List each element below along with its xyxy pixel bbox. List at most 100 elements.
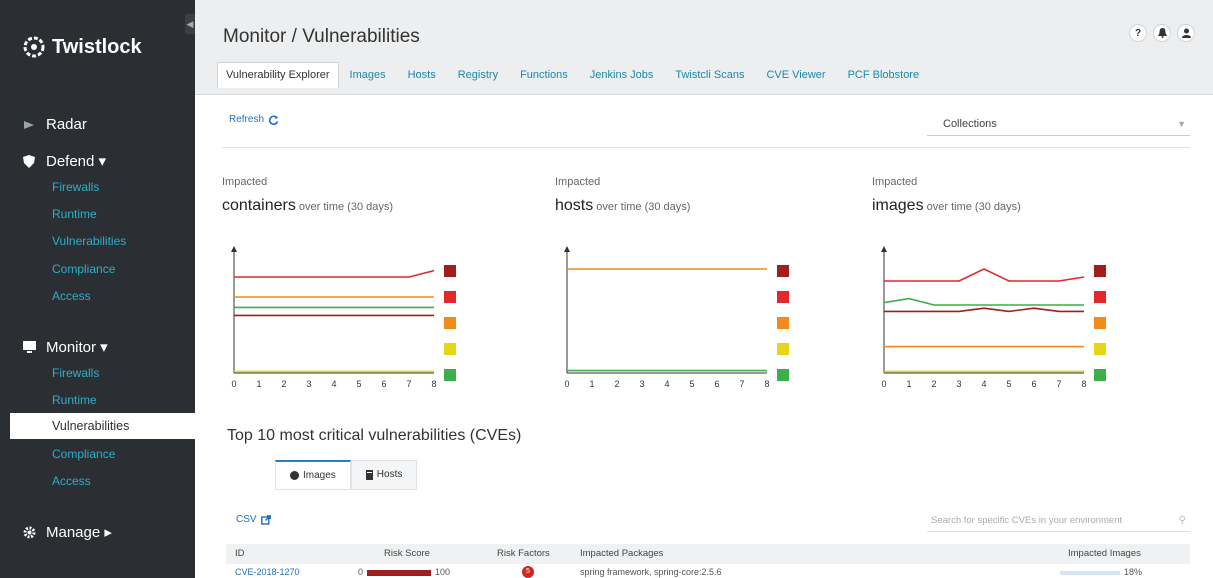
collapse-sidebar-button[interactable]: ◀ [185,14,195,34]
legend-swatch-low [1094,343,1106,355]
defend-compliance[interactable]: Compliance [52,262,115,276]
divider [222,147,1190,148]
tab-functions[interactable]: Functions [509,64,579,88]
defend-runtime[interactable]: Runtime [52,207,97,221]
collections-select[interactable]: Collections ▼ [927,112,1190,136]
tab-images[interactable]: Images [339,64,397,88]
nav-defend[interactable]: Defend ▾ [22,152,106,170]
tab-vulnerability-explorer[interactable]: Vulnerability Explorer [217,62,339,88]
tab-registry[interactable]: Registry [447,64,509,88]
tab-cve-viewer[interactable]: CVE Viewer [755,64,836,88]
legend-swatch-high [1094,291,1106,303]
monitor-access[interactable]: Access [52,474,91,488]
containers-chart: 0 1 2 3 4 5 6 7 8 [231,246,456,389]
nav-manage[interactable]: Manage ▸ [22,523,112,541]
y-axis-arrow [881,246,887,252]
legend-swatch-medium [444,317,456,329]
x-tick-label: 1 [256,379,261,389]
nav-radar[interactable]: Radar [22,116,87,133]
legend-swatch-high [777,291,789,303]
monitor-runtime[interactable]: Runtime [52,393,97,407]
user-icon[interactable] [1177,24,1195,42]
bell-icon[interactable] [1153,24,1171,42]
risk-factors-badge[interactable]: 5 [522,566,534,578]
page-header: Monitor / Vulnerabilities ? Vulnerabilit… [195,0,1213,95]
chart-headline: hosts over time (30 days) [555,197,855,215]
series-line [884,307,1084,313]
defend-access[interactable]: Access [52,289,91,303]
defend-firewalls[interactable]: Firewalls [52,180,99,194]
x-tick-label: 1 [589,379,594,389]
x-tick-label: 0 [881,379,886,389]
x-tick-label: 4 [331,379,336,389]
tab-twistcli-scans[interactable]: Twistcli Scans [664,64,755,88]
x-tick-label: 8 [1081,379,1086,389]
x-tick-label: 2 [281,379,286,389]
chevron-down-icon: ▼ [1177,119,1186,129]
col-risk-score[interactable]: Risk Score [384,548,430,559]
series-line [883,297,1084,306]
image-icon [290,471,299,480]
tab-pcf-blobstore[interactable]: PCF Blobstore [837,64,931,88]
chart-headline: containers over time (30 days) [222,197,522,215]
cve-search-input[interactable]: Search for specific CVEs in your environ… [927,510,1190,532]
legend-swatch-negligible [444,369,456,381]
legend-swatch-low [444,343,456,355]
y-axis-arrow [564,246,570,252]
refresh-button[interactable]: Refresh [229,114,279,125]
risk-score-min: 0 [358,567,364,577]
monitor-firewalls[interactable]: Firewalls [52,366,99,380]
chart-suffix: over time (30 days) [923,201,1021,213]
tab-top10-hosts[interactable]: Hosts [350,460,418,490]
cve-search-placeholder: Search for specific CVEs in your environ… [931,515,1123,526]
chart-suffix: over time (30 days) [295,201,394,213]
col-id[interactable]: ID [235,548,245,559]
monitor-vulnerabilities[interactable]: Vulnerabilities [10,413,195,439]
twistlock-logo-icon [23,36,45,58]
logo[interactable]: Twistlock [22,30,142,64]
x-tick-label: 6 [381,379,386,389]
legend-swatch-negligible [777,369,789,381]
x-tick-label: 4 [981,379,986,389]
sidebar: ◀ Twistlock Radar Defend ▾ Firewalls Run… [0,0,195,578]
images-chart: 0 1 2 3 4 5 6 7 8 [881,246,1106,389]
impacted-percent: 18% [1124,567,1143,577]
page-title: Monitor / Vulnerabilities [223,26,420,47]
chart-kicker: Impacted [555,176,601,188]
header-icons: ? [1129,24,1195,42]
legend-swatch-negligible [1094,369,1106,381]
tab-top10-images[interactable]: Images [275,460,351,490]
tab-jenkins-jobs[interactable]: Jenkins Jobs [579,64,665,88]
refresh-label: Refresh [229,114,265,125]
legend-swatch-medium [777,317,789,329]
cve-id-link[interactable]: CVE-2018-1270 [235,567,300,577]
x-tick-label: 5 [356,379,361,389]
monitor-compliance[interactable]: Compliance [52,447,115,461]
y-axis-arrow [231,246,237,252]
csv-export-button[interactable]: CSV [236,514,271,525]
col-impacted-packages[interactable]: Impacted Packages [580,548,663,559]
chart-metric: images [872,197,924,214]
hosts-chart-panel: Impacted hosts over time (30 days) 0 1 2 3 4… [555,176,855,401]
col-impacted-images[interactable]: Impacted Images [1068,548,1141,559]
tab-hosts[interactable]: Hosts [397,64,447,88]
defend-vulnerabilities[interactable]: Vulnerabilities [52,234,126,248]
series-line [884,268,1085,282]
top10-title: Top 10 most critical vulnerabilities (CV… [227,427,522,444]
x-tick-label: 8 [764,379,769,389]
x-tick-label: 5 [689,379,694,389]
x-tick-label: 8 [431,379,436,389]
help-icon[interactable]: ? [1129,24,1147,42]
shield-icon [22,154,36,168]
x-tick-label: 4 [664,379,669,389]
nav-monitor[interactable]: Monitor ▾ [22,338,108,356]
impacted-bar [1060,570,1120,575]
risk-score-max: 100 [435,567,451,577]
table-row[interactable]: CVE-2018-1270 0 100 5 spring framework, s… [226,566,1190,578]
hosts-chart: 0 1 2 3 4 5 6 7 8 [564,246,789,389]
col-risk-factors[interactable]: Risk Factors [497,548,550,559]
app-name: Twistlock [52,35,142,58]
chart-kicker: Impacted [872,176,918,188]
top10-tab-bar: Images Hosts [275,460,418,490]
legend-swatch-low [777,343,789,355]
